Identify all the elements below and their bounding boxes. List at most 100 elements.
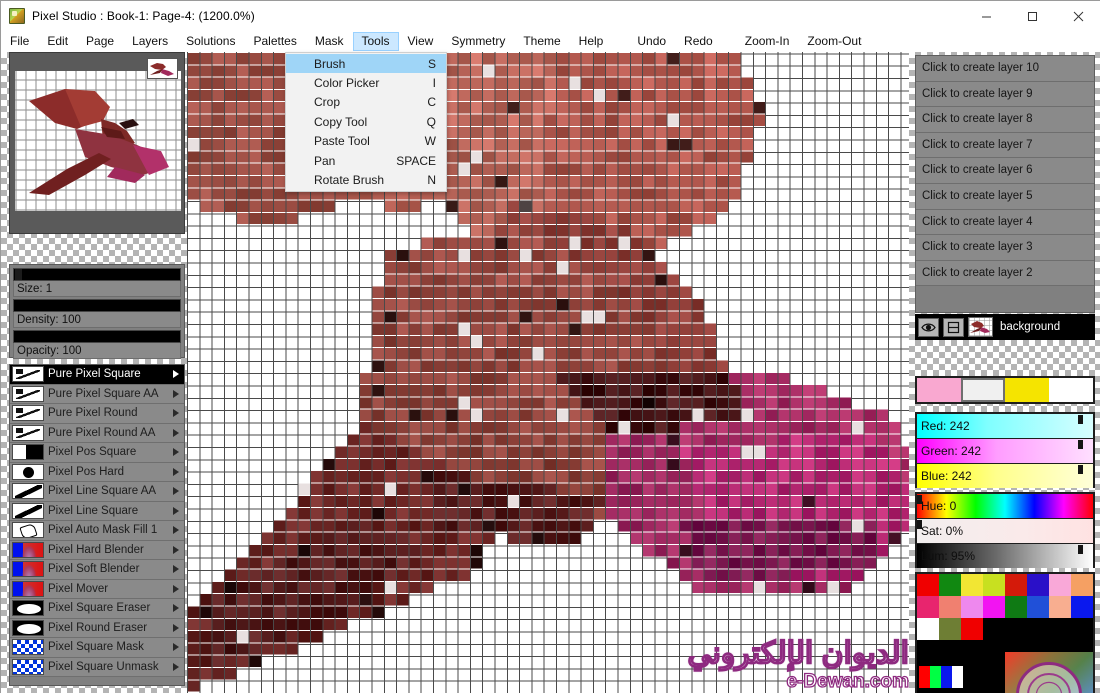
menu-edit[interactable]: Edit (38, 32, 77, 51)
menu-symmetry[interactable]: Symmetry (442, 32, 514, 51)
layer-slot-row[interactable]: Click to create layer 10 (916, 56, 1094, 82)
close-button[interactable] (1055, 1, 1100, 31)
chevron-right-icon[interactable] (173, 428, 179, 437)
tools-menu-item-paste-tool[interactable]: Paste Tool W (286, 132, 446, 151)
gradient-color-wheel[interactable] (1005, 652, 1093, 693)
chevron-right-icon[interactable] (173, 467, 179, 476)
brush-item-pixel-round-eraser[interactable]: Pixel Round Eraser (10, 618, 184, 638)
chevron-right-icon[interactable] (173, 409, 179, 418)
size-slider[interactable] (13, 268, 181, 281)
brush-item-pixel-pos-hard[interactable]: Pixel Pos Hard (10, 462, 184, 482)
chevron-right-icon[interactable] (173, 487, 179, 496)
brush-item-pixel-square-eraser[interactable]: Pixel Square Eraser (10, 599, 184, 619)
layer-slot-row[interactable]: Click to create layer 8 (916, 107, 1094, 133)
palette-swatch[interactable] (1005, 618, 1027, 640)
active-layer-row[interactable]: background (915, 314, 1095, 340)
layer-slot-row[interactable]: Click to create layer 9 (916, 81, 1094, 108)
layer-slot-row[interactable]: Click to create layer 4 (916, 209, 1094, 236)
palette-swatch[interactable] (1027, 618, 1049, 640)
palette-swatch[interactable] (1071, 596, 1093, 618)
layer-slot-row[interactable]: Click to create layer 5 (916, 183, 1094, 210)
palette-swatch[interactable] (1071, 574, 1093, 596)
layer-slot-row[interactable]: Click to create layer 6 (916, 158, 1094, 184)
palette-swatch[interactable] (961, 574, 983, 596)
palette-swatch[interactable] (917, 596, 939, 618)
channel-slider-knob[interactable] (1078, 440, 1084, 449)
layer-slot-row[interactable]: Click to create layer 3 (916, 235, 1094, 261)
brush-item-pixel-auto-mask-fill-1[interactable]: Pixel Auto Mask Fill 1 (10, 521, 184, 541)
channel-slider-lum[interactable]: Lum: 95% (917, 544, 1093, 568)
layer-slot-row[interactable]: Click to create layer 2 (916, 260, 1094, 287)
palette-swatch[interactable] (1027, 574, 1049, 596)
menu-redo[interactable]: Redo (675, 32, 722, 51)
chevron-right-icon[interactable] (173, 545, 179, 554)
preview-panel[interactable] (9, 52, 185, 234)
brush-item-pixel-soft-blender[interactable]: Pixel Soft Blender (10, 560, 184, 580)
chevron-right-icon[interactable] (173, 604, 179, 613)
current-color-swatch[interactable] (1005, 378, 1049, 402)
channel-slider-hue[interactable]: Hue: 0 (917, 494, 1093, 518)
menu-zoom-out[interactable]: Zoom-Out (798, 32, 870, 51)
channel-slider-knob[interactable] (917, 520, 922, 529)
brush-item-pixel-line-square-aa[interactable]: Pixel Line Square AA (10, 482, 184, 502)
lock-icon[interactable] (943, 317, 964, 337)
palette-swatch[interactable] (961, 596, 983, 618)
opacity-slider[interactable] (13, 330, 181, 343)
channel-slider-knob[interactable] (1078, 545, 1084, 554)
tools-menu-item-pan[interactable]: Pan SPACE (286, 151, 446, 170)
palette-swatch[interactable] (1049, 574, 1071, 596)
chevron-right-icon[interactable] (173, 662, 179, 671)
chevron-right-icon[interactable] (173, 389, 179, 398)
brush-item-pixel-square-unmask[interactable]: Pixel Square Unmask (10, 657, 184, 677)
chevron-right-icon[interactable] (173, 506, 179, 515)
menu-layers[interactable]: Layers (123, 32, 177, 51)
minimize-button[interactable] (963, 1, 1009, 31)
palette-swatch[interactable] (961, 618, 983, 640)
menu-palettes[interactable]: Palettes (244, 32, 305, 51)
palette-swatch[interactable] (1049, 596, 1071, 618)
density-slider[interactable] (13, 299, 181, 312)
brush-item-pure-pixel-square-aa[interactable]: Pure Pixel Square AA (10, 384, 184, 404)
brush-item-pixel-square-mask[interactable]: Pixel Square Mask (10, 638, 184, 658)
palette-swatch[interactable] (1027, 596, 1049, 618)
menu-solutions[interactable]: Solutions (177, 32, 244, 51)
palette-swatch[interactable] (983, 574, 1005, 596)
palette-mini-swatch[interactable] (919, 666, 930, 688)
maximize-button[interactable] (1009, 1, 1055, 31)
palette-swatch[interactable] (1071, 618, 1093, 640)
palette-mini-swatch[interactable] (930, 666, 941, 688)
menu-help[interactable]: Help (570, 32, 613, 51)
chevron-right-icon[interactable] (173, 584, 179, 593)
brush-item-pixel-mover[interactable]: Pixel Mover (10, 579, 184, 599)
menu-zoom-in[interactable]: Zoom-In (736, 32, 799, 51)
palette-swatch[interactable] (939, 574, 961, 596)
chevron-right-icon[interactable] (173, 623, 179, 632)
palette-mini-swatch[interactable] (941, 666, 952, 688)
chevron-right-icon[interactable] (173, 526, 179, 535)
channel-slider-sat[interactable]: Sat: 0% (917, 519, 1093, 543)
channel-slider-knob[interactable] (917, 495, 922, 504)
brush-item-pixel-hard-blender[interactable]: Pixel Hard Blender (10, 540, 184, 560)
brush-item-pixel-pos-square[interactable]: Pixel Pos Square (10, 443, 184, 463)
menu-theme[interactable]: Theme (514, 32, 569, 51)
chevron-right-icon[interactable] (173, 565, 179, 574)
chevron-right-icon[interactable] (173, 370, 179, 379)
tools-menu-item-crop[interactable]: Crop C (286, 93, 446, 112)
brush-item-pure-pixel-round[interactable]: Pure Pixel Round (10, 404, 184, 424)
palette-swatch[interactable] (983, 618, 1005, 640)
palette-swatch[interactable] (917, 618, 939, 640)
menu-view[interactable]: View (399, 32, 443, 51)
channel-slider-knob[interactable] (1078, 415, 1084, 424)
channel-slider-blue[interactable]: Blue: 242 (917, 464, 1093, 488)
tools-menu-item-rotate-brush[interactable]: Rotate Brush N (286, 170, 446, 189)
eye-icon[interactable] (918, 317, 939, 337)
menu-mask[interactable]: Mask (306, 32, 353, 51)
palette-swatch[interactable] (1005, 574, 1027, 596)
tools-menu-item-color-picker[interactable]: Color Picker I (286, 73, 446, 92)
palette-swatch[interactable] (983, 596, 1005, 618)
layer-slot-row[interactable]: Click to create layer 7 (916, 132, 1094, 159)
menu-undo[interactable]: Undo (628, 32, 675, 51)
tools-menu-item-brush[interactable]: Brush S (286, 54, 446, 74)
brush-item-pure-pixel-round-aa[interactable]: Pure Pixel Round AA (10, 423, 184, 443)
current-color-swatch[interactable] (917, 378, 961, 402)
